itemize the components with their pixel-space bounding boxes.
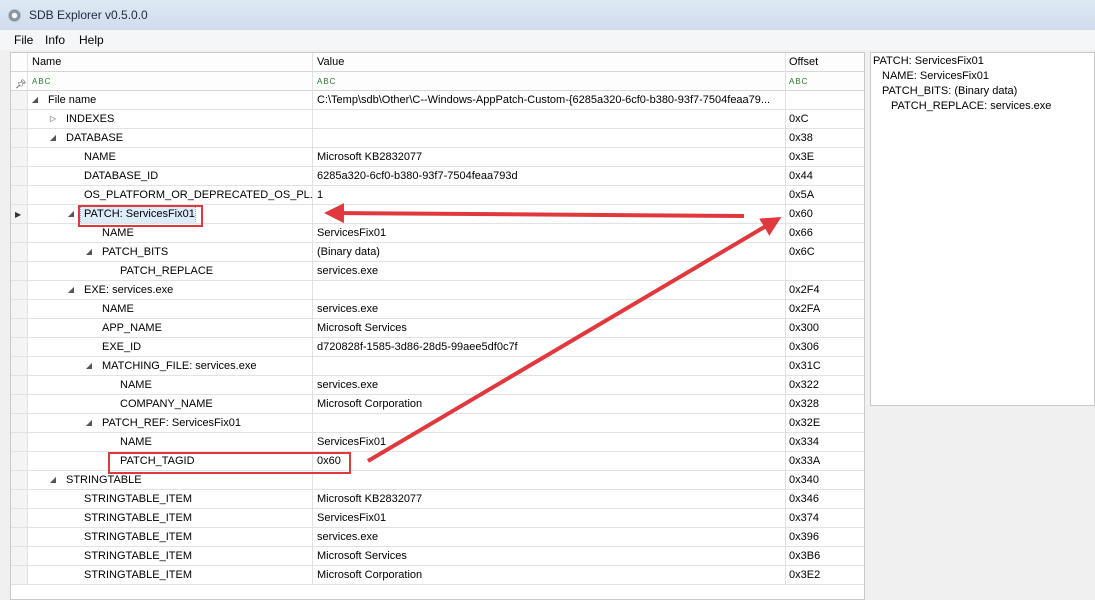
annotation-arrow-to-offset [366,216,782,463]
annotation-arrow-to-patch [324,203,745,224]
annotation-arrows [324,203,782,463]
